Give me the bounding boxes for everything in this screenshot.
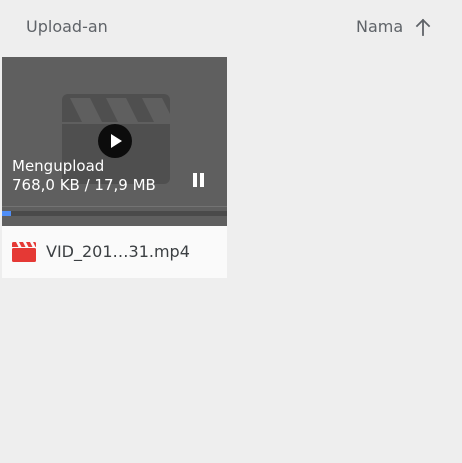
play-button[interactable] xyxy=(98,124,132,158)
app-header: Upload-an Nama xyxy=(0,0,462,54)
pause-icon[interactable] xyxy=(188,170,208,190)
video-thumbnail[interactable]: Mengupload 768,0 KB / 17,9 MB xyxy=(2,57,227,226)
sort-by-name-button[interactable]: Nama xyxy=(350,12,431,42)
thumbnail-divider xyxy=(2,206,227,207)
sort-label: Nama xyxy=(356,17,404,36)
video-file-icon xyxy=(12,242,36,262)
arrow-up-icon xyxy=(415,18,431,36)
upload-status: Mengupload 768,0 KB / 17,9 MB xyxy=(12,157,156,195)
file-info-row[interactable]: VID_201…31.mp4 xyxy=(2,226,227,278)
file-name: VID_201…31.mp4 xyxy=(46,242,190,261)
upload-progress-bar xyxy=(2,211,227,216)
upload-progress-fill xyxy=(2,211,12,216)
page-title: Upload-an xyxy=(26,17,108,36)
upload-progress-text: 768,0 KB / 17,9 MB xyxy=(12,176,156,194)
play-icon xyxy=(111,134,122,148)
upload-file-card[interactable]: Mengupload 768,0 KB / 17,9 MB VID_201…31… xyxy=(2,57,227,278)
upload-status-label: Mengupload xyxy=(12,157,105,175)
